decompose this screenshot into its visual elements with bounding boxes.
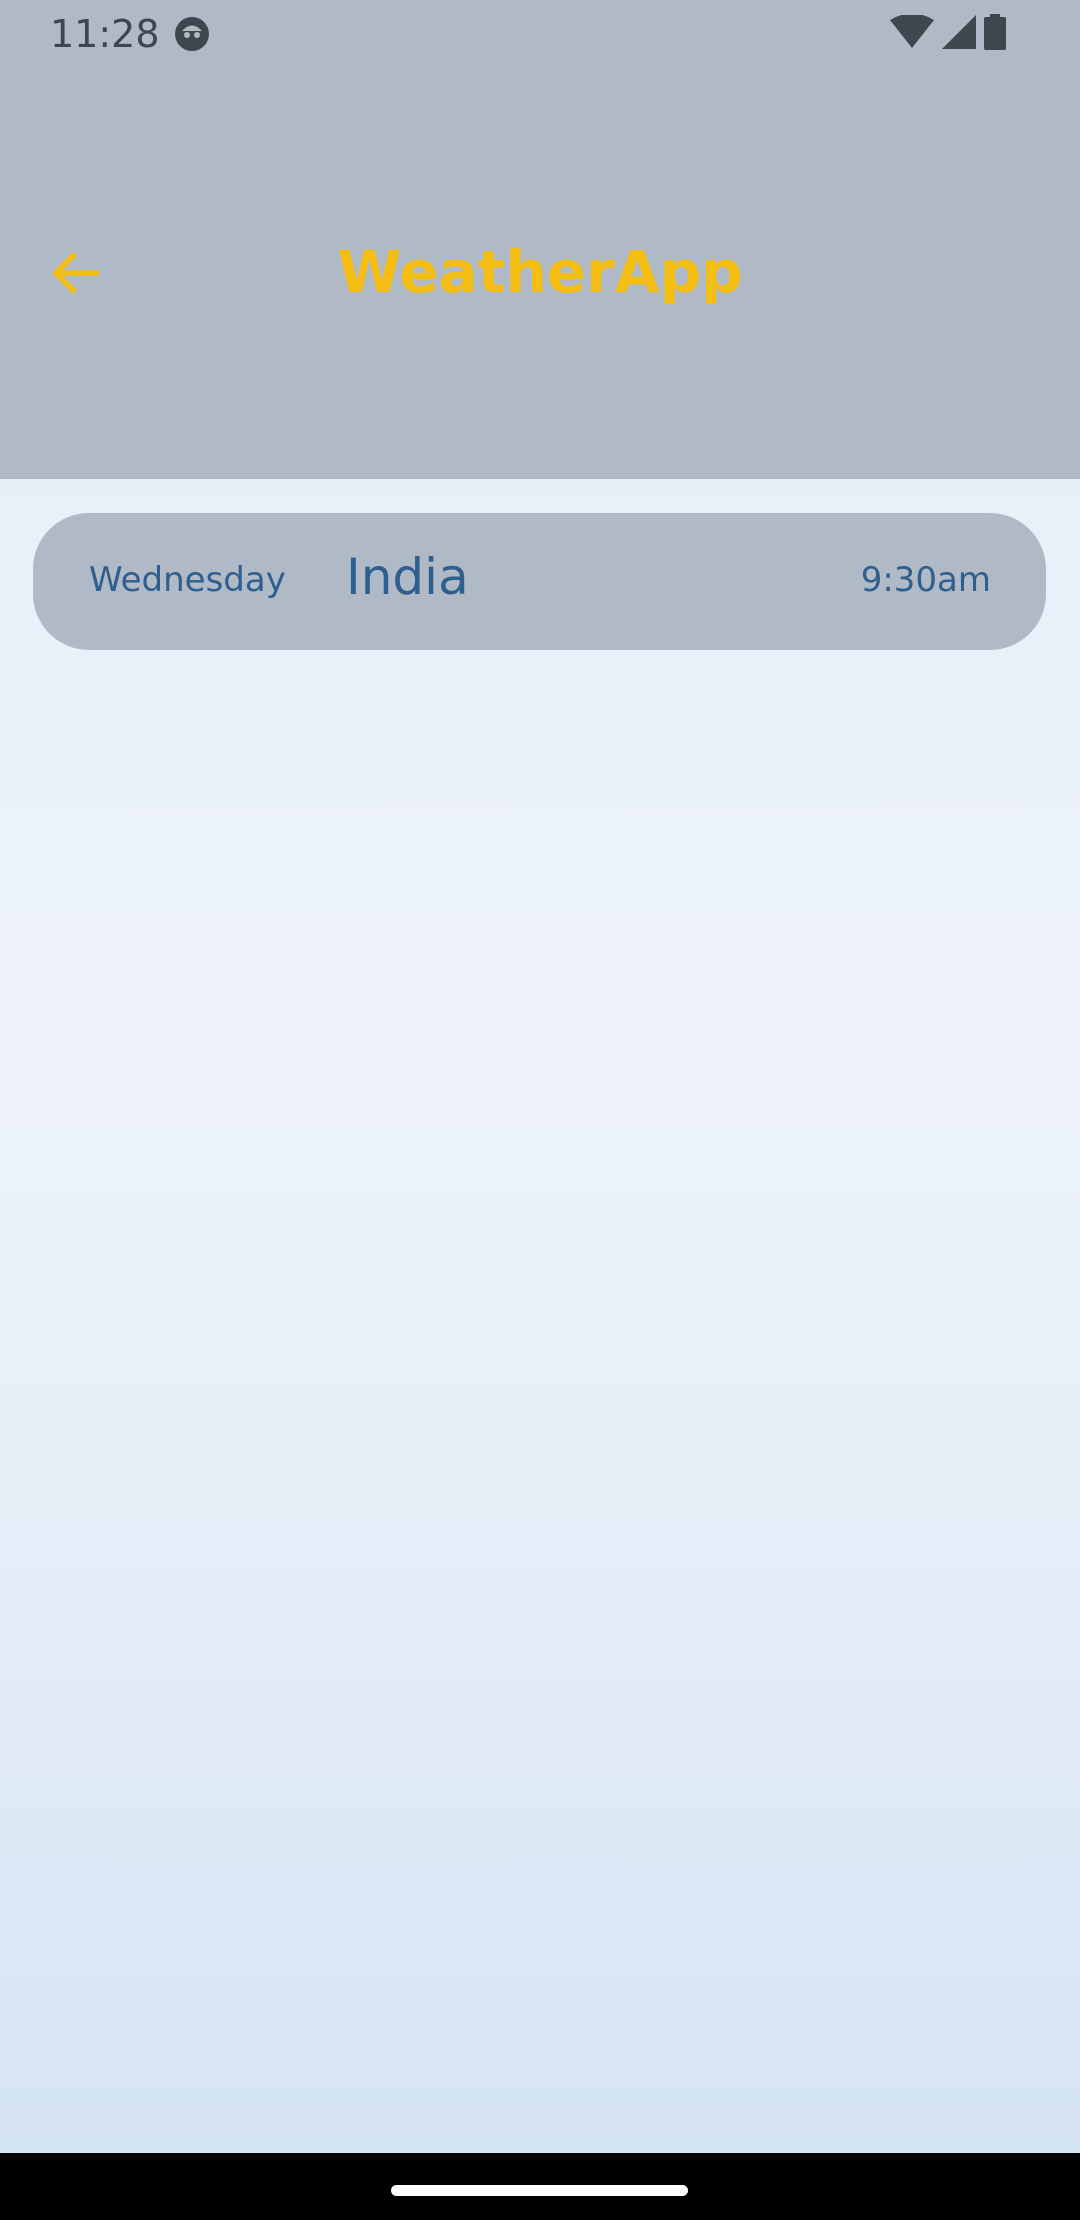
city-day: Wednesday	[89, 560, 286, 600]
status-bar: 11:28	[0, 0, 1080, 66]
city-card[interactable]: Wednesday India 9:30am	[33, 513, 1046, 650]
face-icon	[174, 16, 210, 52]
signal-icon	[942, 15, 976, 53]
wifi-icon	[890, 13, 934, 53]
app-header: 11:28 WeatherApp	[0, 0, 1080, 479]
app-title: WeatherApp	[337, 238, 743, 306]
app-bar: WeatherApp	[0, 220, 1080, 330]
home-indicator[interactable]	[391, 2185, 688, 2196]
navigation-bar	[0, 2153, 1080, 2220]
status-icons	[890, 13, 1006, 54]
status-time: 11:28	[50, 12, 160, 56]
city-name: India	[346, 548, 469, 606]
city-time: 9:30am	[860, 560, 991, 600]
battery-icon	[984, 14, 1006, 54]
